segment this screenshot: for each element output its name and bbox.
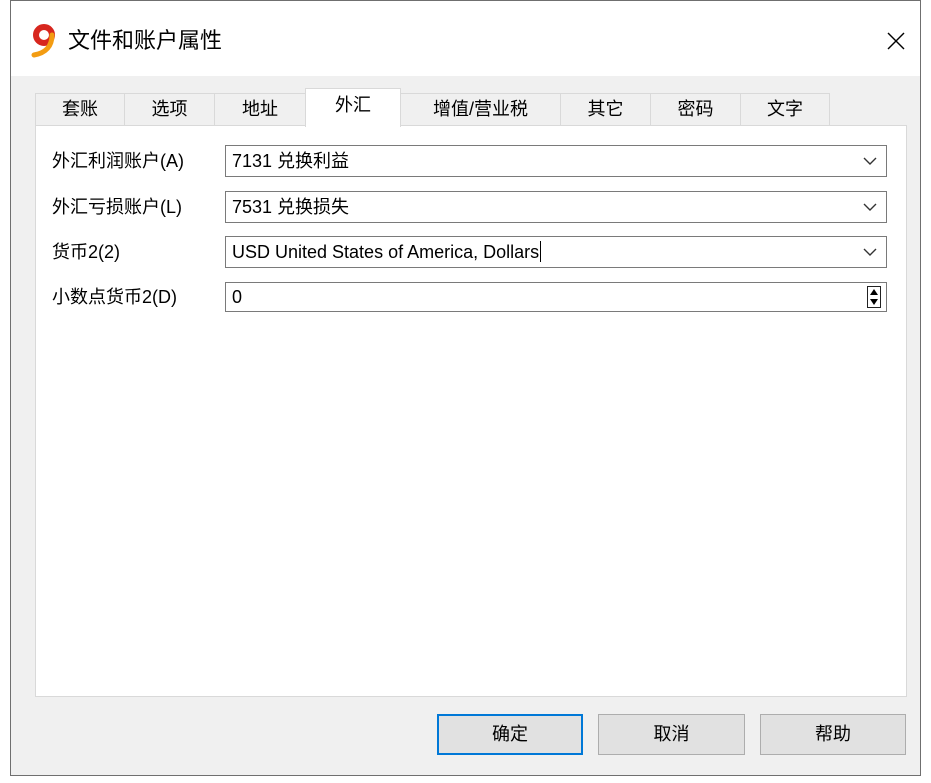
chevron-down-icon[interactable] <box>863 157 877 166</box>
text-caret <box>540 241 542 262</box>
tab-other[interactable]: 其它 <box>560 93 651 126</box>
app-logo-icon <box>31 24 55 58</box>
window-title: 文件和账户属性 <box>68 28 223 53</box>
currency2-decimals-label: 小数点货币2(D) <box>52 287 177 307</box>
title-bar: 文件和账户属性 <box>11 1 920 76</box>
fx-profit-account-value: 7131 兑换利益 <box>232 151 350 171</box>
fx-profit-account-combo[interactable]: 7131 兑换利益 <box>225 145 887 177</box>
currency2-decimals-stepper[interactable]: 0 <box>225 282 887 312</box>
help-button[interactable]: 帮助 <box>760 714 906 755</box>
cancel-button[interactable]: 取消 <box>598 714 745 755</box>
currency2-value: USD United States of America, Dollars <box>232 242 540 262</box>
tab-ledger[interactable]: 套账 <box>35 93 125 126</box>
ok-button[interactable]: 确定 <box>437 714 583 755</box>
fx-profit-account-label: 外汇利润账户(A) <box>52 151 184 171</box>
properties-dialog: 文件和账户属性 套账 选项 地址 外汇 增值/营业税 其它 密码 文字 外汇利润… <box>10 0 921 776</box>
tab-password[interactable]: 密码 <box>650 93 741 126</box>
fx-loss-account-label: 外汇亏损账户(L) <box>52 197 182 217</box>
chevron-down-icon[interactable] <box>863 248 877 257</box>
fx-loss-account-value: 7531 兑换损失 <box>232 197 350 217</box>
currency2-decimals-value: 0 <box>232 287 243 307</box>
fx-loss-account-combo[interactable]: 7531 兑换损失 <box>225 191 887 223</box>
chevron-down-icon[interactable] <box>863 203 877 212</box>
spinner-icon[interactable] <box>864 285 884 309</box>
close-icon[interactable] <box>884 29 908 53</box>
tab-text[interactable]: 文字 <box>740 93 830 126</box>
tab-panel-foreign-currency: 外汇利润账户(A) 7131 兑换利益 外汇亏损账户(L) 7531 兑换损失 … <box>35 125 907 697</box>
tab-foreign-currency[interactable]: 外汇 <box>305 88 401 127</box>
tab-address[interactable]: 地址 <box>214 93 306 126</box>
tab-vat-sales-tax[interactable]: 增值/营业税 <box>400 93 561 126</box>
currency2-combo[interactable]: USD United States of America, Dollars <box>225 236 887 268</box>
tab-options[interactable]: 选项 <box>124 93 215 126</box>
currency2-label: 货币2(2) <box>52 242 121 262</box>
